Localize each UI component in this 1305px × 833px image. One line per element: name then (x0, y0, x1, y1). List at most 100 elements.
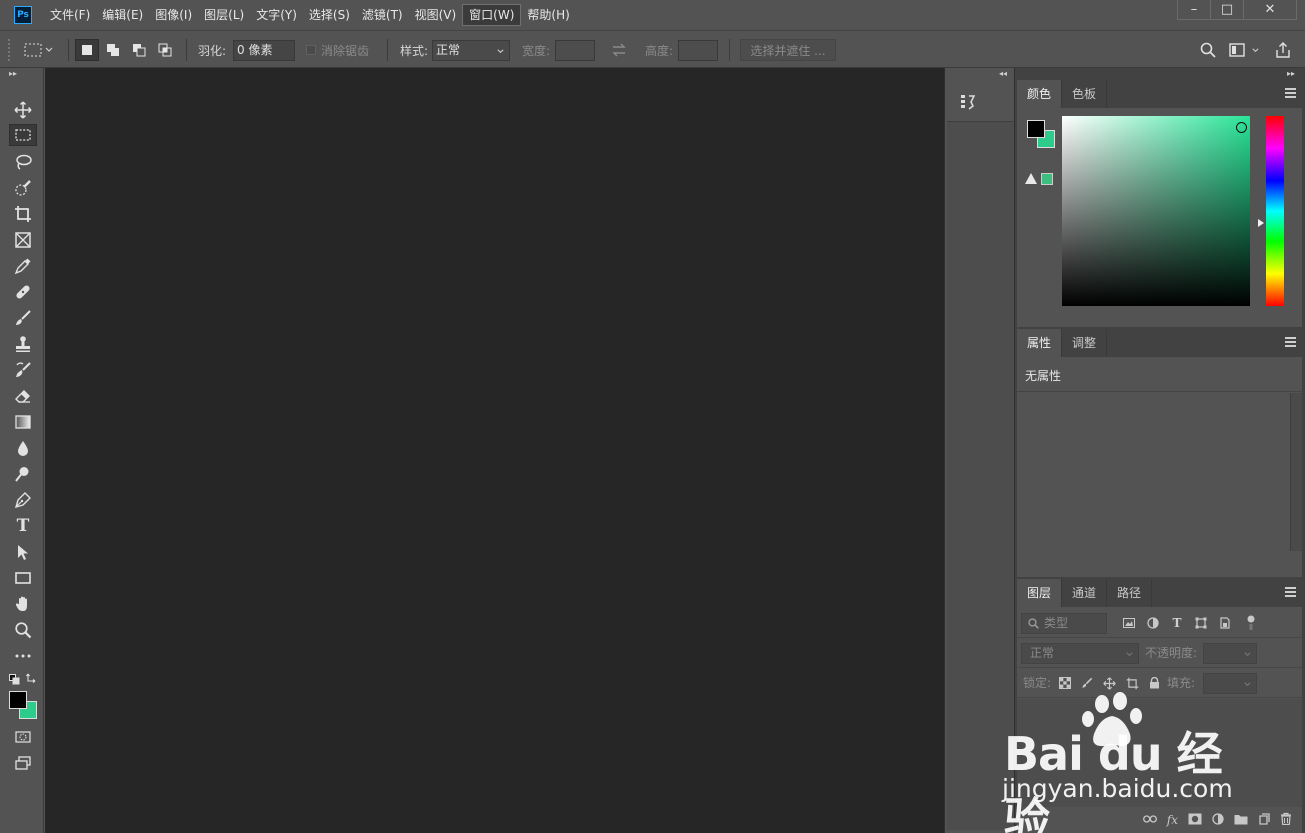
workspace-switcher[interactable] (1229, 31, 1260, 69)
path-selection-tool[interactable] (9, 541, 37, 563)
lasso-tool[interactable] (9, 151, 37, 173)
filter-toggle-icon[interactable] (1243, 615, 1259, 631)
zoom-tool[interactable] (9, 619, 37, 641)
screen-mode-button[interactable] (9, 752, 37, 774)
collapse-dock-icon[interactable]: ◂◂ (999, 68, 1007, 80)
layer-filter-select[interactable]: 类型 (1021, 613, 1107, 634)
add-selection-button[interactable] (101, 39, 125, 61)
swap-colors-button[interactable] (26, 673, 37, 687)
tab-color[interactable]: 颜色 (1017, 80, 1063, 108)
height-input[interactable] (678, 40, 718, 61)
eraser-tool[interactable] (9, 385, 37, 407)
blend-mode-select[interactable]: 正常 (1021, 643, 1139, 664)
type-tool[interactable]: T (9, 515, 37, 537)
lock-all-icon[interactable] (1146, 675, 1162, 691)
antialias-checkbox[interactable] (306, 45, 316, 55)
lock-pixels-icon[interactable] (1079, 675, 1095, 691)
filter-adjustment-icon[interactable] (1145, 615, 1161, 631)
add-mask-icon[interactable] (1188, 813, 1202, 828)
feather-input[interactable]: 0 像素 (233, 40, 295, 61)
style-select[interactable]: 正常 (432, 40, 510, 61)
menu-select[interactable]: 选择(S) (303, 4, 356, 26)
share-button[interactable] (1275, 31, 1291, 69)
tab-swatches[interactable]: 色板 (1062, 80, 1108, 108)
dodge-tool[interactable] (9, 463, 37, 485)
tab-layers[interactable]: 图层 (1017, 579, 1063, 607)
new-selection-button[interactable] (75, 39, 99, 61)
filter-shape-icon[interactable] (1193, 615, 1209, 631)
clone-stamp-tool[interactable] (9, 333, 37, 355)
filter-type-icon[interactable]: T (1169, 615, 1185, 631)
brush-tool[interactable] (9, 307, 37, 329)
menu-filter[interactable]: 滤镜(T) (356, 4, 409, 26)
close-button[interactable]: ✕ (1243, 0, 1297, 20)
color-picker-field[interactable] (1062, 116, 1250, 306)
gradient-tool[interactable] (9, 411, 37, 433)
layer-style-fx-icon[interactable]: fx (1167, 813, 1178, 827)
blur-tool[interactable] (9, 437, 37, 459)
document-canvas-area[interactable] (45, 68, 944, 833)
trash-icon[interactable] (1280, 812, 1292, 828)
new-layer-icon[interactable] (1258, 812, 1270, 828)
lock-position-icon[interactable] (1101, 675, 1117, 691)
panel-menu-icon[interactable] (1285, 337, 1296, 347)
new-group-folder-icon[interactable] (1234, 813, 1248, 828)
default-colors-button[interactable] (9, 674, 20, 688)
properties-scrollbar[interactable] (1290, 393, 1302, 551)
menu-image[interactable]: 图像(I) (149, 4, 198, 26)
width-input[interactable] (555, 40, 595, 61)
tab-adjustments[interactable]: 调整 (1062, 329, 1108, 357)
subtract-selection-button[interactable] (127, 39, 151, 61)
tab-paths[interactable]: 路径 (1107, 579, 1153, 607)
pen-tool[interactable] (9, 489, 37, 511)
marquee-tool[interactable] (9, 124, 37, 146)
gamut-warning-icon[interactable] (1025, 173, 1037, 184)
hand-tool[interactable] (9, 593, 37, 615)
eyedropper-tool[interactable] (9, 255, 37, 277)
menu-window[interactable]: 窗口(W) (462, 4, 522, 26)
hue-slider[interactable] (1266, 116, 1284, 306)
panel-foreground-swatch[interactable] (1027, 120, 1045, 138)
quick-mask-button[interactable] (9, 726, 37, 748)
lock-artboard-icon[interactable] (1124, 675, 1140, 691)
menu-view[interactable]: 视图(V) (409, 4, 463, 26)
search-button[interactable] (1200, 31, 1216, 69)
intersect-selection-button[interactable] (153, 39, 177, 61)
gamut-correction-swatch[interactable] (1041, 173, 1053, 185)
antialias-checkbox-wrap[interactable]: 消除锯齿 (306, 31, 369, 69)
filter-smart-object-icon[interactable] (1217, 615, 1233, 631)
fill-input[interactable] (1203, 673, 1257, 694)
lock-transparent-icon[interactable] (1057, 675, 1073, 691)
color-picker-cursor[interactable] (1236, 122, 1247, 133)
menu-file[interactable]: 文件(F) (44, 4, 96, 26)
history-panel-button[interactable] (947, 82, 1014, 122)
menu-edit[interactable]: 编辑(E) (96, 4, 149, 26)
crop-tool[interactable] (9, 203, 37, 225)
minimize-button[interactable]: – (1177, 0, 1211, 20)
rectangle-tool[interactable] (9, 567, 37, 589)
hue-slider-marker[interactable] (1258, 219, 1264, 227)
panel-menu-icon[interactable] (1285, 88, 1296, 98)
select-and-mask-button[interactable]: 选择并遮住 ... (740, 39, 836, 61)
menu-layer[interactable]: 图层(L) (198, 4, 250, 26)
history-brush-tool[interactable] (9, 359, 37, 381)
panel-menu-icon[interactable] (1285, 587, 1296, 597)
collapse-panels-icon[interactable]: ▸▸ (1287, 68, 1295, 80)
opacity-input[interactable] (1203, 643, 1257, 664)
menu-type[interactable]: 文字(Y) (250, 4, 303, 26)
quick-selection-tool[interactable] (9, 177, 37, 199)
frame-tool[interactable] (9, 229, 37, 251)
link-layers-icon[interactable] (1142, 813, 1157, 827)
maximize-button[interactable]: □ (1210, 0, 1244, 20)
move-tool[interactable] (9, 99, 37, 121)
tool-preset-picker[interactable] (24, 31, 54, 69)
menu-help[interactable]: 帮助(H) (521, 4, 575, 26)
tab-channels[interactable]: 通道 (1062, 579, 1108, 607)
edit-toolbar-button[interactable] (9, 645, 37, 667)
collapse-toolbar-icon[interactable]: ▸▸ (0, 68, 44, 80)
tab-properties[interactable]: 属性 (1017, 329, 1063, 357)
healing-brush-tool[interactable] (9, 281, 37, 303)
foreground-color-swatch[interactable] (9, 691, 27, 709)
filter-pixel-icon[interactable] (1121, 615, 1137, 631)
swap-dimensions-button[interactable] (611, 31, 627, 69)
